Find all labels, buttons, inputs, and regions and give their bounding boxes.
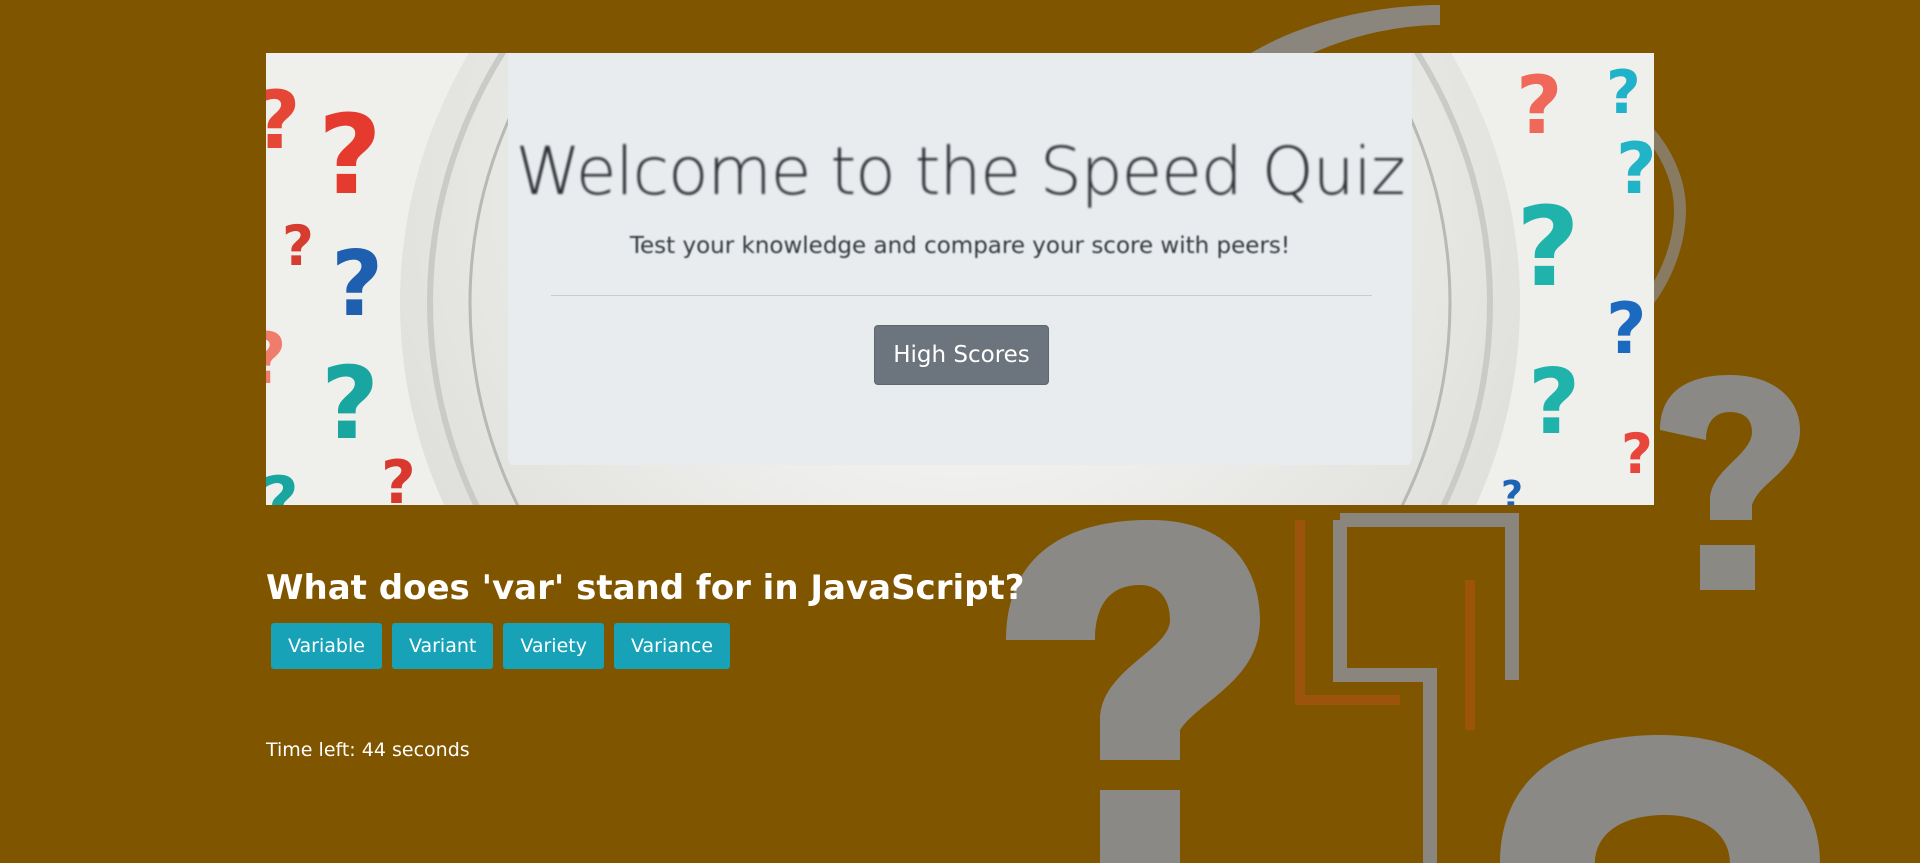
svg-text:?: ? [1528,350,1580,455]
question-mark-icon: ? [1516,59,1562,152]
svg-text:?: ? [1616,128,1654,210]
hero-banner: ? ? ? ? ? ? ? ? ? ? ? ? ? Welcome to the… [266,53,1654,505]
svg-text:?: ? [282,214,314,278]
svg-text:?: ? [1516,59,1562,152]
question-mark-icon: ? [1528,350,1580,455]
svg-text:?: ? [321,345,379,462]
answer-button-variance[interactable]: Variance [613,623,731,669]
answer-button-variety[interactable]: Variety [503,623,604,669]
answer-button-variant[interactable]: Variant [391,623,494,669]
timer-suffix: seconds [385,739,470,761]
svg-text:?: ? [1501,473,1523,505]
question-mark-icon: ? [1516,183,1580,311]
question-mark-icon [1660,375,1800,590]
svg-text:?: ? [331,232,383,337]
question-mark-icon: ? [1606,288,1647,370]
svg-text:?: ? [1606,58,1641,128]
question-mark-icon: ? [1616,128,1654,210]
svg-text:?: ? [381,448,416,505]
question-mark-icon: ? [266,318,287,400]
question-mark-icon: ? [266,464,299,505]
svg-text:?: ? [266,74,300,167]
question-mark-icon: ? [381,448,416,505]
question-mark-icon: ? [1606,58,1641,128]
timer-text: Time left: 44 seconds [266,737,470,763]
svg-text:?: ? [266,318,287,400]
svg-text:?: ? [318,91,382,219]
jumbotron: Welcome to the Speed Quiz Test your know… [508,53,1412,465]
timer-seconds: 44 [361,739,386,761]
answer-button-variable[interactable]: Variable [271,623,382,669]
timer-prefix: Time left: [266,739,362,761]
svg-text:?: ? [266,464,299,505]
question-mark-icon [1500,735,1820,863]
question-mark-icon: ? [321,345,379,462]
question-mark-icon: ? [1501,473,1523,505]
hero-title: Welcome to the Speed Quiz [515,133,1405,210]
svg-text:?: ? [1606,288,1647,370]
question-mark-icon: ? [318,91,382,219]
bracket-shape [1333,513,1519,863]
hero-subtitle: Test your knowledge and compare your sco… [629,233,1291,259]
svg-text:?: ? [1621,422,1653,486]
answer-options: Variable Variant Variety Variance [271,623,731,669]
question-mark-icon [1006,520,1260,863]
question-text: What does 'var' stand for in JavaScript? [266,568,1025,608]
svg-text:?: ? [1516,183,1580,311]
question-mark-icon: ? [282,214,314,278]
question-mark-icon: ? [266,74,300,167]
hero-divider [551,295,1372,296]
question-mark-icon: ? [331,232,383,337]
high-scores-button[interactable]: High Scores [874,325,1049,385]
question-mark-icon: ? [1621,422,1653,486]
